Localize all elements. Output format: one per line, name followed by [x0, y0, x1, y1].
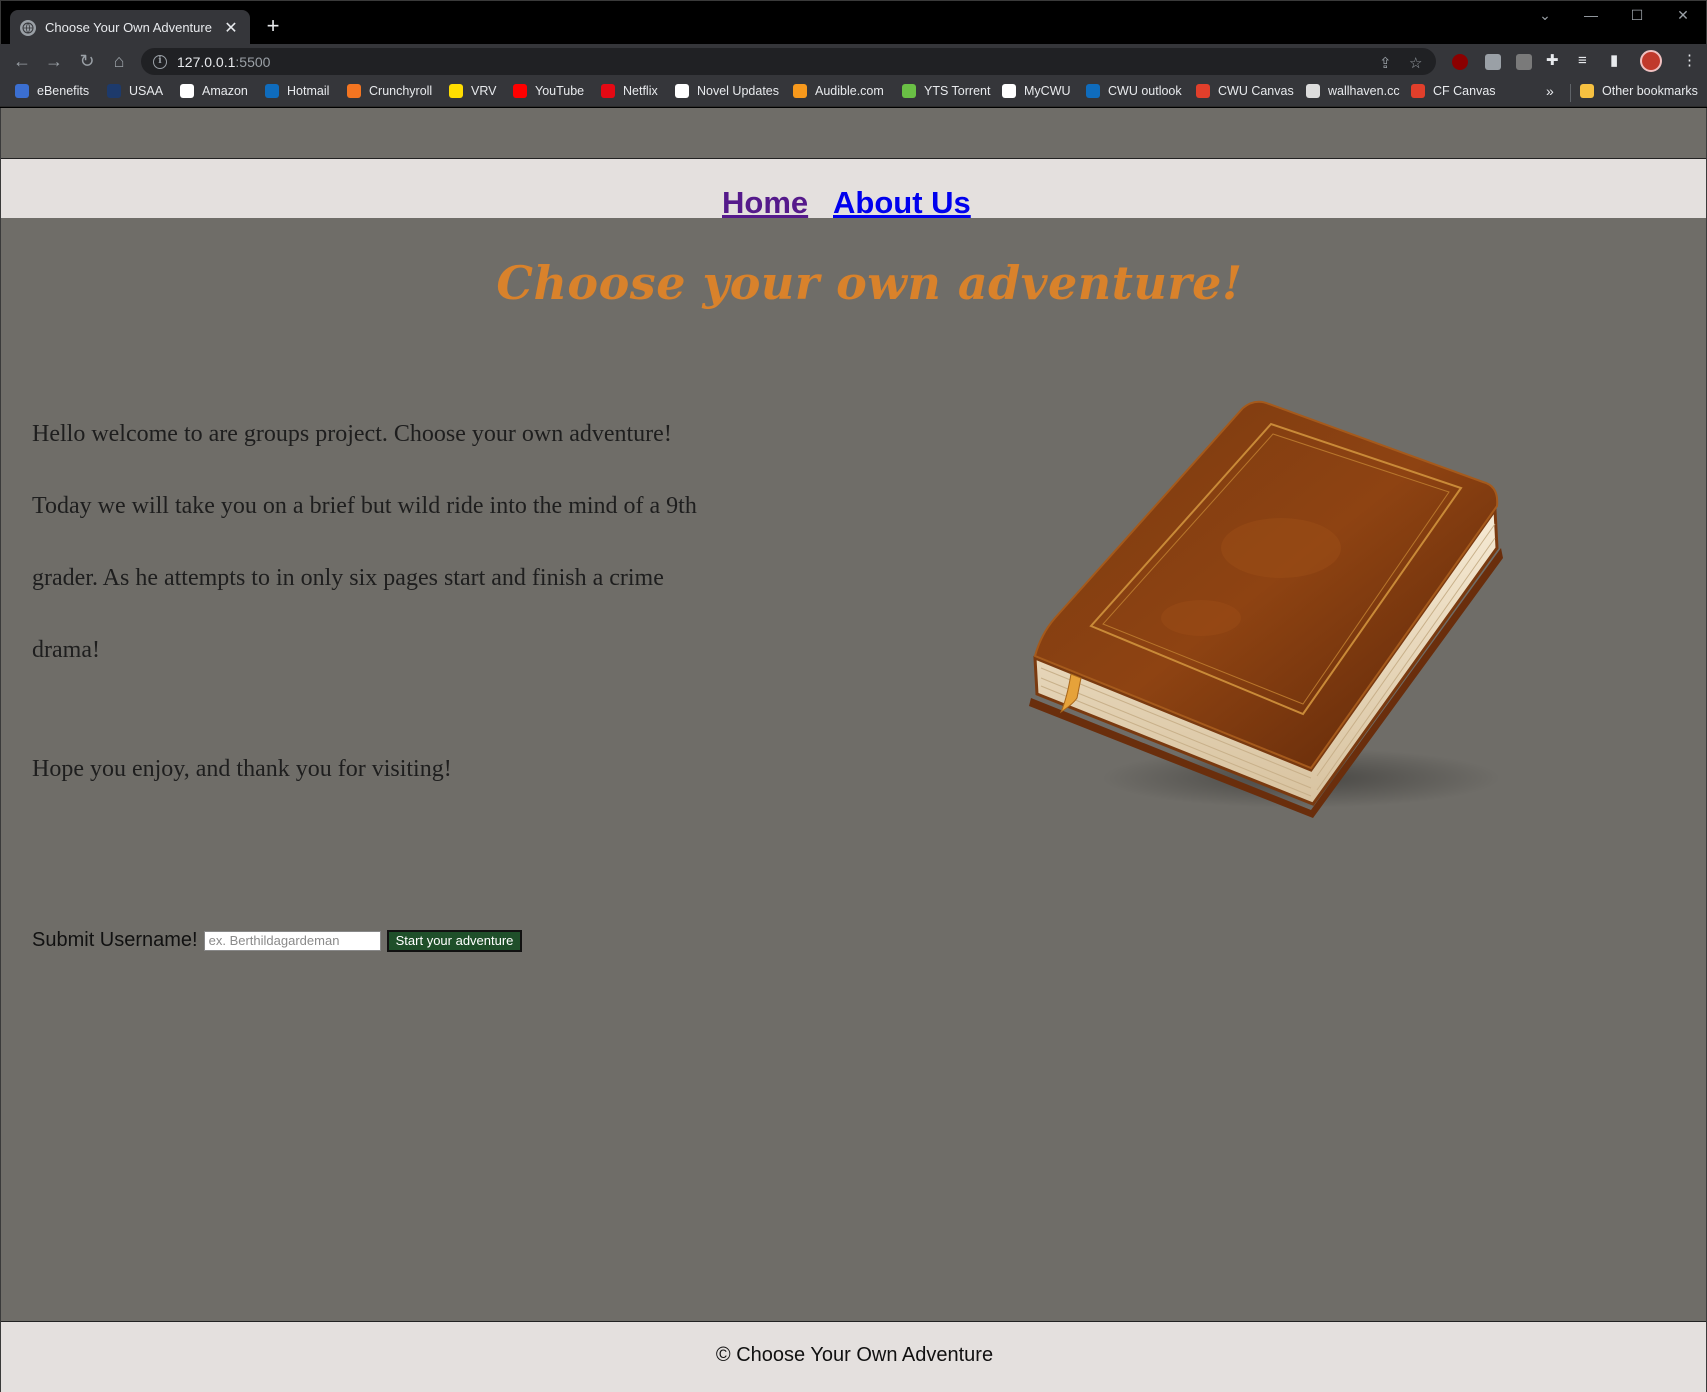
- site-info-icon[interactable]: i: [153, 54, 167, 69]
- bookmark-favicon-icon: [601, 84, 615, 98]
- close-tab-icon[interactable]: ✕: [222, 18, 240, 38]
- bookmark-label: Crunchyroll: [369, 84, 433, 98]
- other-bookmarks[interactable]: Other bookmarks: [1580, 84, 1698, 98]
- bookmark-favicon-icon: [449, 84, 463, 98]
- bookmark-item[interactable]: VRV: [449, 84, 496, 98]
- forward-icon[interactable]: →: [42, 50, 66, 72]
- bookmark-favicon-icon: [1306, 84, 1320, 98]
- bookmark-item[interactable]: Amazon: [180, 84, 248, 98]
- back-icon[interactable]: ←: [10, 50, 34, 72]
- bookmark-label: wallhaven.cc: [1328, 84, 1400, 98]
- address-bar[interactable]: i 127.0.0.1 :5500 ⇪ ☆: [141, 48, 1436, 75]
- bookmark-label: Novel Updates: [697, 84, 779, 98]
- bookmark-favicon-icon: [513, 84, 527, 98]
- bookmark-label: YouTube: [535, 84, 585, 98]
- nav-link-about-us[interactable]: About Us: [833, 185, 971, 221]
- menu-kebab-icon[interactable]: ⋮: [1682, 52, 1697, 70]
- browser-toolbar: ← → ↻ ⌂ i 127.0.0.1 :5500 ⇪ ☆ ✚ ≡ ▮ ⋮: [0, 44, 1707, 78]
- bookmark-item[interactable]: Crunchyroll: [347, 84, 432, 98]
- bookmark-favicon-icon: [1411, 84, 1425, 98]
- bookmark-label: CWU Canvas: [1218, 84, 1294, 98]
- bookmark-item[interactable]: YTS Torrent: [902, 84, 990, 98]
- other-bookmarks-label: Other bookmarks: [1602, 84, 1698, 98]
- nav-link-home[interactable]: Home: [722, 185, 808, 221]
- media-control-icon[interactable]: ≡: [1578, 52, 1587, 70]
- username-form: Submit Username! Start your adventure: [32, 929, 523, 952]
- book-image: [1029, 400, 1503, 818]
- folder-icon: [1580, 84, 1594, 98]
- bookmark-label: eBenefits: [37, 84, 90, 98]
- bookmark-item[interactable]: CWU Canvas: [1196, 84, 1294, 98]
- bookmark-favicon-icon: [793, 84, 807, 98]
- bookmark-label: YTS Torrent: [924, 84, 991, 98]
- bookmark-label: CWU outlook: [1108, 84, 1182, 98]
- bookmark-item[interactable]: CF Canvas: [1411, 84, 1496, 98]
- page-title: Choose your own adventure!: [496, 256, 1243, 310]
- bookmark-item[interactable]: USAA: [107, 84, 163, 98]
- bookmark-label: MyCWU: [1024, 84, 1071, 98]
- bookmark-item[interactable]: YouTube: [513, 84, 584, 98]
- puzzle-icon[interactable]: ✚: [1546, 52, 1559, 70]
- tab-search-icon[interactable]: ⌄: [1535, 7, 1555, 24]
- profile-avatar[interactable]: [1640, 50, 1662, 72]
- start-adventure-button[interactable]: Start your adventure: [386, 929, 523, 952]
- translate-extension-icon[interactable]: [1516, 54, 1532, 70]
- maximize-icon[interactable]: ☐: [1627, 7, 1647, 24]
- bookmark-favicon-icon: [347, 84, 361, 98]
- bookmark-item[interactable]: MyCWU: [1002, 84, 1071, 98]
- browser-tab[interactable]: Choose Your Own Adventure ✕: [10, 10, 250, 45]
- bookmark-favicon-icon: [180, 84, 194, 98]
- globe-icon: [20, 19, 36, 36]
- side-panel-icon[interactable]: ▮: [1610, 52, 1618, 70]
- url-host: 127.0.0.1: [177, 53, 236, 70]
- bookmark-label: USAA: [129, 84, 164, 98]
- extension-icon[interactable]: [1485, 54, 1501, 70]
- bookmarks-divider: [1570, 84, 1571, 102]
- page-footer: © Choose Your Own Adventure: [1, 1321, 1706, 1392]
- bookmark-favicon-icon: [675, 84, 689, 98]
- new-tab-button[interactable]: +: [261, 15, 285, 37]
- page-viewport: Home About Us Choose your own adventure!…: [0, 108, 1707, 1392]
- bookmarks-bar: » Other bookmarks eBenefits USAA Amazon Hot…: [0, 78, 1707, 107]
- url-port: :5500: [235, 53, 271, 70]
- bookmark-label: Netflix: [623, 84, 658, 98]
- tab-title: Choose Your Own Adventure: [45, 20, 212, 35]
- bookmark-label: Amazon: [202, 84, 248, 98]
- bookmark-favicon-icon: [1196, 84, 1210, 98]
- username-label: Submit Username!: [32, 929, 198, 951]
- bookmark-item[interactable]: Audible.com: [793, 84, 884, 98]
- bookmark-item[interactable]: wallhaven.cc: [1306, 84, 1400, 98]
- close-window-icon[interactable]: ✕: [1673, 7, 1693, 24]
- bookmark-item[interactable]: eBenefits: [15, 84, 89, 98]
- more-bookmarks-icon[interactable]: »: [1546, 83, 1554, 99]
- bookmark-favicon-icon: [1002, 84, 1016, 98]
- closing-paragraph: Hope you enjoy, and thank you for visiti…: [32, 756, 452, 782]
- intro-paragraph: Hello welcome to are groups project. Cho…: [32, 421, 697, 663]
- reload-icon[interactable]: ↻: [75, 50, 99, 72]
- bookmark-favicon-icon: [265, 84, 279, 98]
- share-icon[interactable]: ⇪: [1379, 55, 1392, 73]
- bookmark-favicon-icon: [902, 84, 916, 98]
- ublock-extension-icon[interactable]: [1452, 54, 1468, 70]
- bookmark-favicon-icon: [15, 84, 29, 98]
- site-nav: Home About Us: [1, 158, 1706, 221]
- bookmark-favicon-icon: [1086, 84, 1100, 98]
- bookmark-item[interactable]: Novel Updates: [675, 84, 779, 98]
- home-icon[interactable]: ⌂: [107, 50, 131, 72]
- bookmark-label: CF Canvas: [1433, 84, 1496, 98]
- username-input[interactable]: [203, 930, 381, 951]
- minimize-icon[interactable]: —: [1581, 7, 1601, 23]
- bookmark-item[interactable]: Hotmail: [265, 84, 329, 98]
- bookmark-star-icon[interactable]: ☆: [1409, 55, 1422, 73]
- bookmark-label: VRV: [471, 84, 497, 98]
- tab-strip: Choose Your Own Adventure ✕ + ⌄ — ☐ ✕: [0, 0, 1707, 45]
- bookmark-item[interactable]: Netflix: [601, 84, 658, 98]
- bookmark-label: Audible.com: [815, 84, 884, 98]
- bookmark-favicon-icon: [107, 84, 121, 98]
- bookmark-item[interactable]: CWU outlook: [1086, 84, 1182, 98]
- bookmark-label: Hotmail: [287, 84, 330, 98]
